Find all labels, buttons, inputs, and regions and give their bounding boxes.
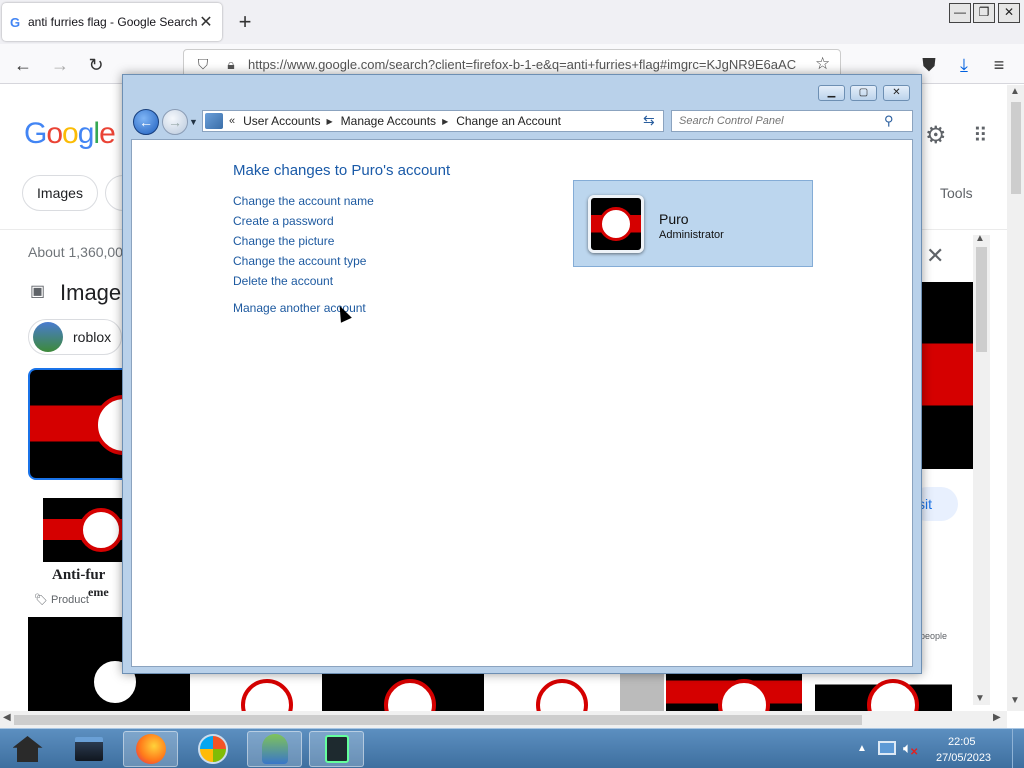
chevron-right-icon[interactable]: ▶ [327,117,333,126]
home-icon[interactable] [0,731,55,767]
image-result-thumbnail[interactable] [487,673,617,711]
close-window-button[interactable]: ✕ [998,3,1020,23]
maximize-button[interactable]: ▢ [850,85,877,101]
address-bar[interactable]: « User Accounts ▶ Manage Accounts ▶ Chan… [202,110,712,132]
chevron-left-icon[interactable]: « [229,115,235,127]
forward-arrow-icon[interactable]: → [162,109,188,135]
tray-expand-icon[interactable]: ▲ [857,743,867,754]
images-section-heading: Image [60,280,122,305]
roblox-chip[interactable]: roblox [28,319,122,355]
result-stats: About 1,360,00 [28,244,123,260]
roblox-chip-label: roblox [73,329,112,345]
preview-scrollbar[interactable]: ▲ ▼ [973,233,990,705]
thumbnail-text: eme [88,585,109,599]
show-desktop-button[interactable] [1012,729,1024,768]
scroll-down-icon[interactable]: ▼ [1010,695,1020,706]
scroll-up-icon[interactable]: ▲ [975,233,985,244]
windows-orb-icon[interactable] [185,731,240,767]
scroll-left-icon[interactable]: ◀ [3,712,11,723]
chevron-right-icon[interactable]: ▶ [442,117,448,126]
change-account-type-link[interactable]: Change the account type [233,254,366,268]
scroll-down-icon[interactable]: ▼ [975,693,985,704]
control-panel-window: ▁ ▢ ✕ ← → ▼ « User Accounts ▶ Manage Acc… [122,74,922,674]
page-vertical-scrollbar[interactable]: ▲ ▼ [1007,85,1024,711]
search-input[interactable] [679,115,884,127]
minimize-button[interactable]: ▁ [818,85,845,101]
change-picture-link[interactable]: Change the picture [233,234,334,248]
product-tag: 🏷︎ Product [34,594,89,606]
recent-pages-icon[interactable]: ▼ [189,117,198,127]
download-icon[interactable]: ⤓ [951,52,977,78]
page-horizontal-scrollbar[interactable]: ◀ ▶ [0,711,1007,728]
user-accounts-taskbar-icon[interactable] [247,731,302,767]
account-picture [588,195,644,253]
network-icon[interactable] [878,741,896,755]
clock-time[interactable]: 22:05 [948,736,976,748]
scrollbar-thumb[interactable] [14,715,862,725]
breadcrumb-user-accounts[interactable]: User Accounts [243,114,320,128]
minimize-window-button[interactable]: — [949,3,971,23]
hamburger-menu-icon[interactable]: ≡ [986,52,1012,78]
search-box[interactable]: ⚲ [671,110,913,132]
url-text[interactable]: https://www.google.com/search?client=fir… [248,57,840,72]
firefox-icon[interactable] [123,731,178,767]
close-button[interactable]: ✕ [883,85,910,101]
reload-icon[interactable]: ↻ [83,52,109,78]
magnifier-icon[interactable]: ⚲ [884,113,894,129]
scrollbar-thumb[interactable] [976,247,987,352]
shield-icon[interactable]: ⛉ [192,56,214,73]
tab-close-icon[interactable]: ✕ [198,12,214,32]
image-result-thumbnail[interactable] [43,498,123,562]
thumbnail-text: Anti-fur [52,567,106,583]
apps-grid-icon[interactable]: ⠿ [973,123,988,148]
gear-icon[interactable]: ⚙ [925,121,947,150]
image-result-thumbnail[interactable] [620,673,664,711]
image-result-thumbnail[interactable] [193,673,319,711]
account-name: Puro [659,211,689,227]
close-icon[interactable]: ✕ [926,243,944,269]
scroll-up-icon[interactable]: ▲ [1010,86,1020,97]
tab-title: anti furries flag - Google Search [28,15,198,29]
google-favicon-icon: G [10,14,21,30]
breadcrumb-change-account[interactable]: Change an Account [456,114,561,128]
back-arrow-icon[interactable]: ← [10,52,36,78]
preview-image[interactable] [920,282,973,469]
scrollbar-thumb[interactable] [1011,102,1021,194]
images-filter-chip[interactable]: Images [22,175,98,211]
create-password-link[interactable]: Create a password [233,214,334,228]
user-accounts-icon [205,113,223,129]
refresh-icon[interactable]: ⇆ [643,112,655,129]
tools-button[interactable]: Tools [940,185,973,201]
scroll-right-icon[interactable]: ▶ [993,712,1001,723]
new-tab-button[interactable]: + [234,9,256,35]
breadcrumb-manage-accounts[interactable]: Manage Accounts [341,114,436,128]
taskbar: ▲ 🔈︎ ✕ 22:05 27/05/2023 [0,728,1024,768]
back-arrow-icon[interactable]: ← [133,109,159,135]
image-result-thumbnail[interactable] [322,673,484,711]
browser-tab-bar: G anti furries flag - Google Search ✕ + … [0,0,1024,44]
star-icon[interactable]: ☆ [815,54,830,74]
maximize-window-button[interactable]: ❐ [973,3,995,23]
delete-account-link[interactable]: Delete the account [233,274,333,288]
forward-arrow-icon[interactable]: → [47,52,73,78]
account-card[interactable]: Puro Administrator [573,180,813,267]
lock-icon[interactable]: 🔒︎ [220,56,242,73]
browser-tab[interactable]: G anti furries flag - Google Search ✕ [2,3,222,41]
muted-badge-icon: ✕ [910,747,919,758]
clock-date[interactable]: 27/05/2023 [936,752,991,764]
image-icon: ▣ [30,283,46,300]
file-manager-icon[interactable] [61,731,116,767]
image-result-thumbnail[interactable] [815,673,952,711]
google-logo[interactable]: Google [24,117,116,151]
content-pane: Make changes to Puro's account Change th… [131,139,913,667]
image-result-thumbnail[interactable] [666,673,802,711]
avatar [33,322,63,352]
people-label: people [920,631,948,641]
account-role: Administrator [659,229,724,241]
change-account-name-link[interactable]: Change the account name [233,194,374,208]
calculator-icon[interactable] [309,731,364,767]
image-result-thumbnail[interactable] [28,368,124,480]
page-title: Make changes to Puro's account [233,162,451,179]
